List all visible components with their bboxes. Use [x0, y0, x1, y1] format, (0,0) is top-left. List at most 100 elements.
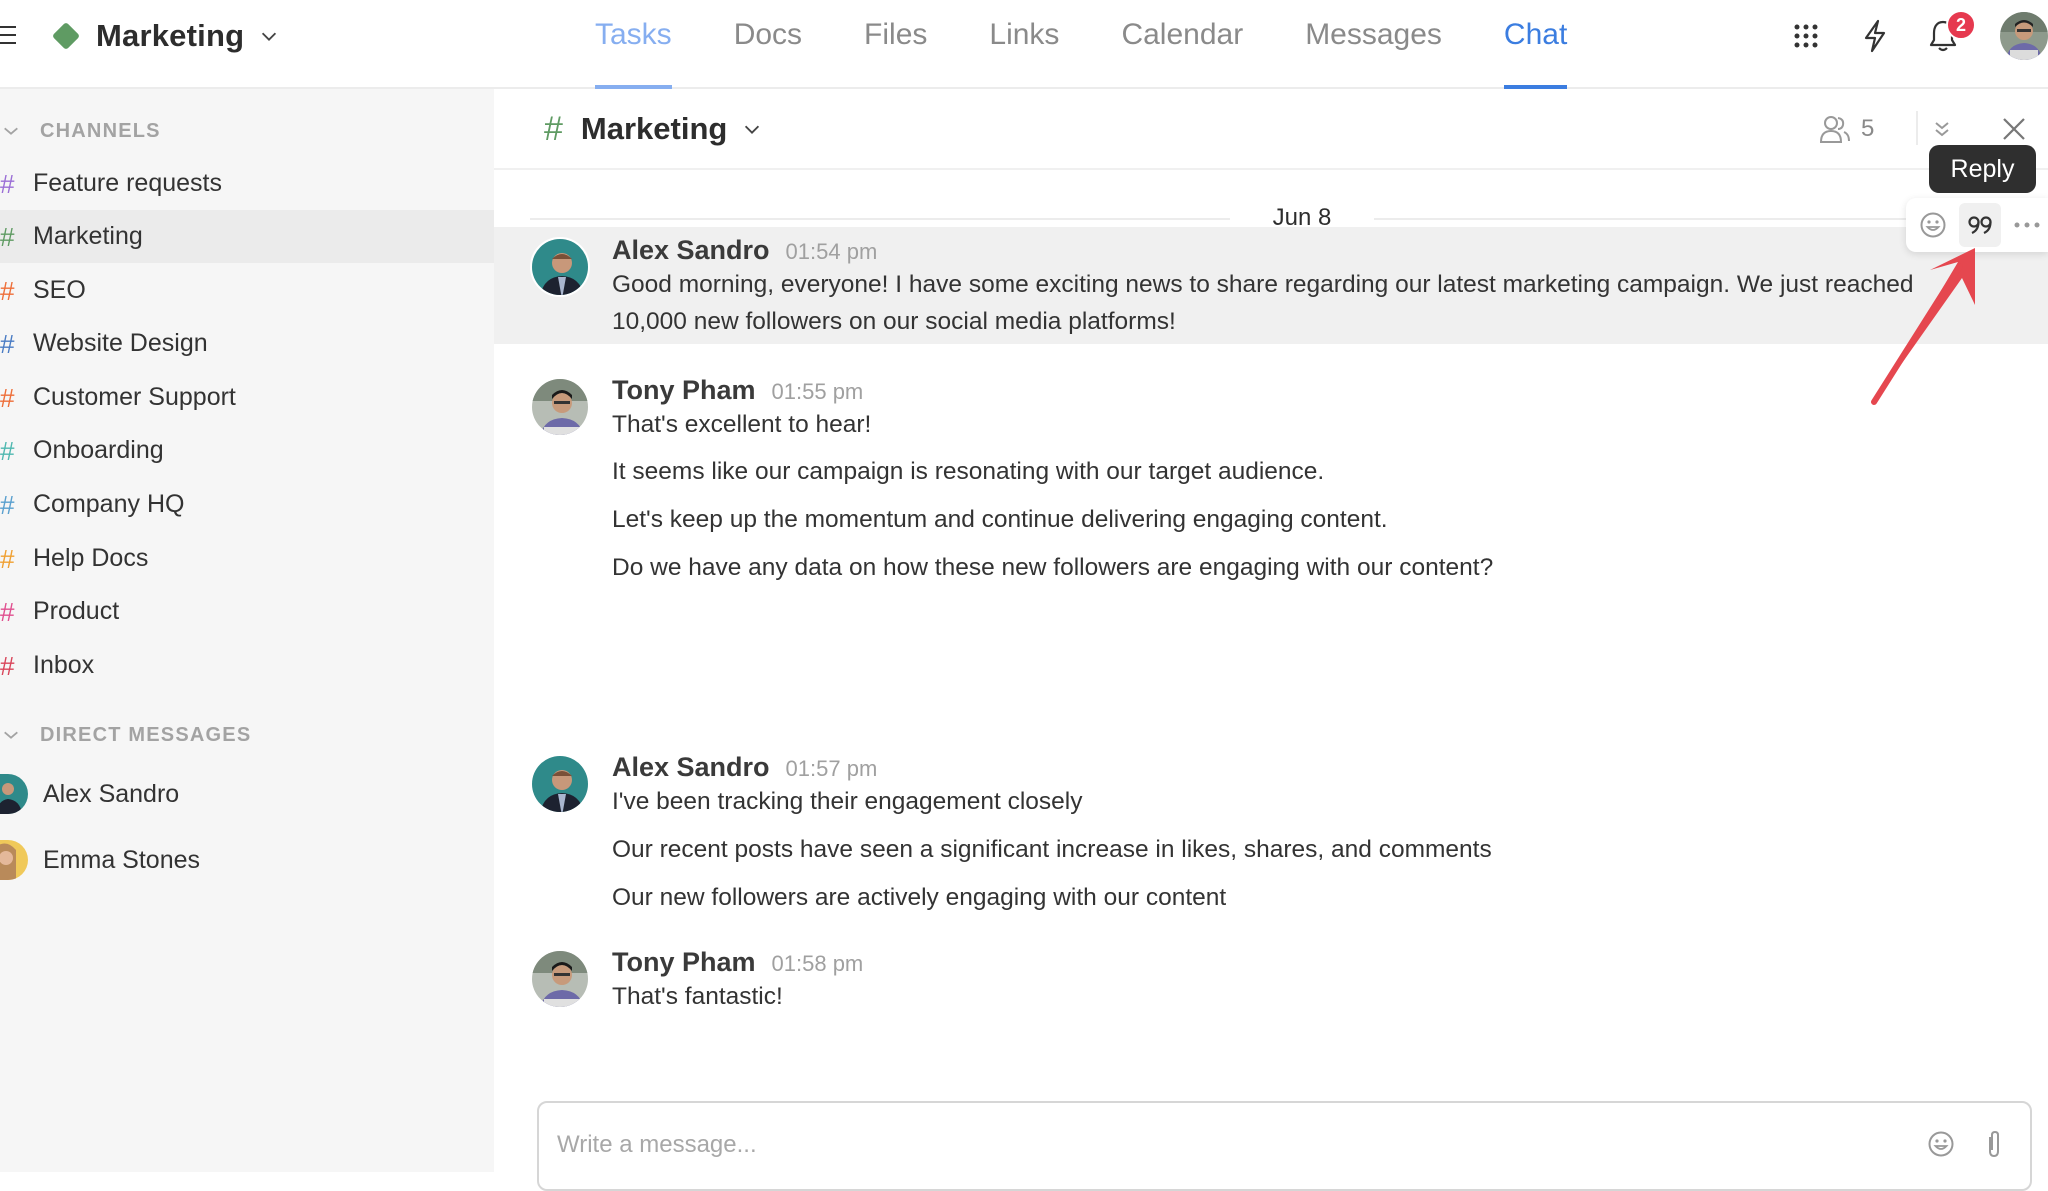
tab-label: Calendar [1121, 18, 1244, 51]
tab-files[interactable]: Files [864, 0, 927, 89]
hash-icon: # [0, 382, 15, 413]
channel-label: Company HQ [33, 490, 185, 518]
sidebar-channel-customer-support[interactable]: # Customer Support [0, 371, 494, 424]
chevron-down-icon [4, 731, 18, 739]
message-text: Our recent posts have seen a significant… [612, 836, 1492, 863]
channel-title: Marketing [580, 111, 728, 146]
more-actions-button[interactable] [2007, 203, 2048, 247]
workspace-diamond-icon [51, 21, 81, 51]
emoji-icon [1920, 212, 1946, 238]
channel-label: Help Docs [33, 544, 149, 572]
sidebar-channel-website-design[interactable]: # Website Design [0, 317, 494, 370]
more-icon [2014, 222, 2040, 228]
sidebar-channel-inbox[interactable]: # Inbox [0, 639, 494, 692]
divider-line [530, 218, 1230, 220]
lightning-icon[interactable] [1857, 18, 1893, 54]
message-text: Our new followers are actively engaging … [612, 884, 1227, 911]
hash-icon: # [0, 650, 15, 681]
message-time: 01:58 pm [771, 951, 864, 976]
close-button[interactable] [1994, 109, 2034, 149]
message-text: 10,000 new followers on our social media… [612, 308, 1176, 335]
message-author[interactable]: Tony Pham [612, 375, 756, 406]
direct-messages-section-toggle[interactable]: DIRECT MESSAGES [0, 720, 251, 750]
message-composer [537, 1101, 2032, 1191]
dm-label: Emma Stones [43, 845, 201, 874]
message-input[interactable] [557, 1125, 1907, 1165]
channel-label: Feature requests [33, 169, 222, 197]
chevrons-down-icon [1935, 122, 1949, 137]
hash-icon: # [0, 328, 15, 359]
tab-docs[interactable]: Docs [734, 0, 802, 89]
nav-tabs: Tasks Docs Files Links Calendar Messages… [595, 0, 1629, 89]
sidebar-channel-marketing[interactable]: # Marketing [0, 210, 494, 263]
avatar [0, 840, 28, 880]
members-button[interactable]: 5 [1819, 111, 1874, 147]
user-avatar[interactable] [2000, 12, 2048, 60]
message[interactable]: Alex Sandro 01:54 pm Good morning, every… [494, 227, 2048, 344]
menu-icon[interactable] [0, 26, 18, 46]
sidebar-channel-help-docs[interactable]: # Help Docs [0, 532, 494, 585]
message-text: Good morning, everyone! I have some exci… [612, 271, 1914, 298]
message-hover-toolbar [1906, 198, 2048, 252]
channel-label: Marketing [33, 222, 143, 250]
tab-label: Links [989, 18, 1060, 51]
message[interactable]: Alex Sandro 01:57 pm I've been tracking … [494, 744, 2048, 924]
collapse-button[interactable] [1924, 111, 1960, 147]
hash-icon: # [0, 168, 15, 199]
tab-links[interactable]: Links [989, 0, 1059, 89]
sidebar-channel-onboarding[interactable]: # Onboarding [0, 424, 494, 477]
hash-icon: # [0, 489, 15, 520]
top-bar: Marketing Tasks Docs Files Links Calenda… [0, 0, 2048, 89]
message-time: 01:57 pm [785, 756, 878, 781]
message[interactable]: Tony Pham 01:55 pm That's excellent to h… [494, 367, 2048, 581]
channel-label: Onboarding [33, 436, 164, 464]
hash-icon: # [0, 435, 15, 466]
chevron-down-icon [4, 127, 18, 135]
tab-tasks[interactable]: Tasks [595, 0, 672, 89]
users-icon [1819, 116, 1850, 143]
message-author[interactable]: Alex Sandro [612, 235, 770, 266]
hash-icon: # [0, 275, 15, 306]
avatar [530, 377, 590, 437]
attachment-icon[interactable] [1977, 1127, 2011, 1161]
tab-chat[interactable]: Chat [1503, 0, 1568, 89]
channels-header: CHANNELS [40, 119, 161, 142]
message-author[interactable]: Tony Pham [612, 947, 756, 978]
emoji-icon[interactable] [1924, 1127, 1958, 1161]
header-divider [1916, 111, 1918, 145]
channel-label: Inbox [33, 651, 95, 679]
channels-section-toggle[interactable]: CHANNELS [0, 116, 161, 146]
tab-calendar[interactable]: Calendar [1121, 0, 1243, 89]
tab-messages[interactable]: Messages [1305, 0, 1442, 89]
message-text: Do we have any data on how these new fol… [612, 554, 1494, 581]
message-text: It seems like our campaign is resonating… [612, 458, 1325, 485]
tab-label: Files [864, 18, 928, 51]
sidebar-dm-emma-stones[interactable]: Emma Stones [0, 832, 494, 888]
message[interactable]: Tony Pham 01:58 pm That's fantastic! [494, 939, 2048, 1029]
reply-button[interactable] [1959, 203, 2001, 247]
add-reaction-button[interactable] [1912, 203, 1953, 247]
hash-icon: # [544, 109, 563, 148]
channel-title-dropdown[interactable]: # Marketing [544, 107, 763, 151]
message-text: That's fantastic! [612, 983, 783, 1010]
chevron-down-icon [262, 32, 277, 41]
tab-label: Chat [1503, 18, 1568, 51]
tab-label: Tasks [595, 18, 672, 51]
avatar [530, 237, 590, 297]
sidebar-channel-company-hq[interactable]: # Company HQ [0, 478, 494, 531]
sidebar: CHANNELS # Feature requests # Marketing # S… [0, 89, 494, 1172]
sidebar-dm-alex-sandro[interactable]: Alex Sandro [0, 766, 494, 822]
channel-header: # Marketing 5 [494, 89, 2048, 170]
message-text: I've been tracking their engagement clos… [612, 788, 1083, 815]
hash-icon: # [0, 543, 15, 574]
message-author[interactable]: Alex Sandro [612, 752, 770, 783]
workspace-name: Marketing [96, 18, 245, 53]
channel-label: Product [33, 597, 120, 625]
sidebar-channel-seo[interactable]: # SEO [0, 264, 494, 317]
dm-label: Alex Sandro [43, 779, 180, 808]
apps-grid-icon[interactable] [1788, 18, 1824, 54]
sidebar-channel-product[interactable]: # Product [0, 585, 494, 638]
workspace-switcher[interactable]: Marketing [51, 16, 280, 56]
chat-panel: # Marketing 5 Jun 8 Alex Sandro 01:54 pm… [494, 89, 2048, 1172]
sidebar-channel-feature-requests[interactable]: # Feature requests [0, 157, 494, 210]
